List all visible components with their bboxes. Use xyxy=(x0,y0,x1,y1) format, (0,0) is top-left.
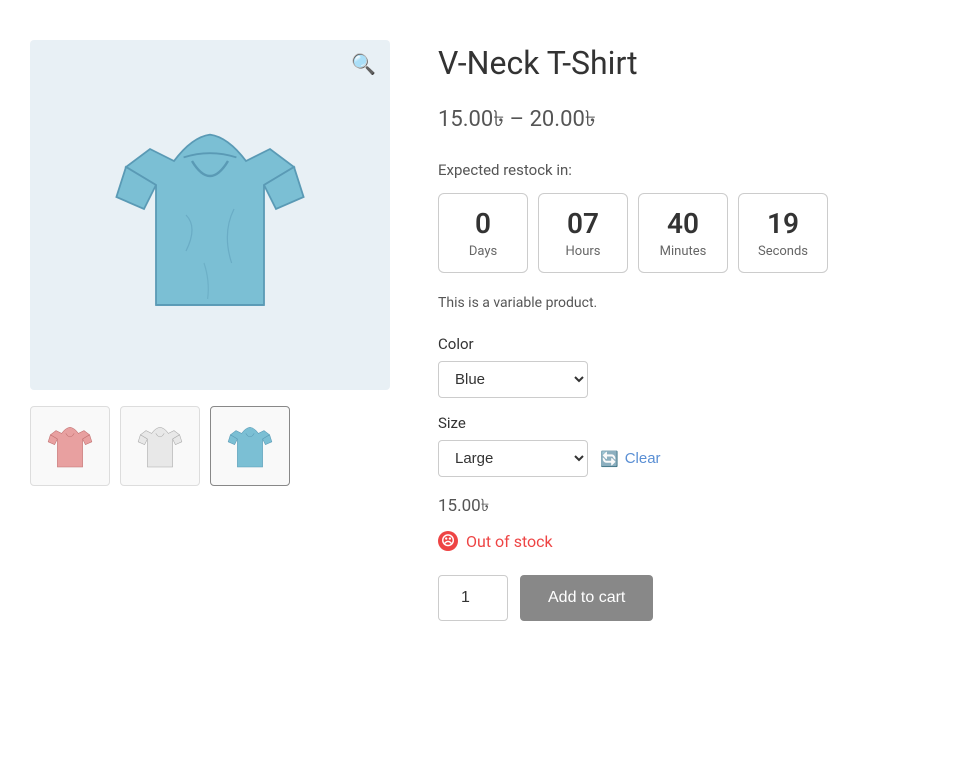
color-select[interactable]: Blue Red White xyxy=(438,361,588,398)
countdown-hours: 07 Hours xyxy=(538,193,628,273)
hours-label: Hours xyxy=(566,244,601,259)
size-row: Small Medium Large XL 🔄 Clear xyxy=(438,440,930,477)
countdown-minutes: 40 Minutes xyxy=(638,193,728,273)
seconds-value: 19 xyxy=(767,207,799,241)
days-value: 0 xyxy=(475,207,491,241)
price-range: 15.00৳ – 20.00৳ xyxy=(438,102,930,139)
hours-value: 07 xyxy=(567,207,599,241)
size-select[interactable]: Small Medium Large XL xyxy=(438,440,588,477)
thumb3-icon xyxy=(222,418,278,474)
minutes-value: 40 xyxy=(667,207,699,241)
selected-price: 15.00৳ xyxy=(438,493,930,521)
clear-icon: 🔄 xyxy=(600,450,619,468)
size-label: Size xyxy=(438,414,930,432)
product-info: V-Neck T-Shirt 15.00৳ – 20.00৳ Expected … xyxy=(438,40,930,621)
restock-label: Expected restock in: xyxy=(438,161,930,179)
seconds-label: Seconds xyxy=(758,244,808,259)
product-container: 🔍 xyxy=(30,40,930,621)
out-of-stock-label: Out of stock xyxy=(466,532,553,551)
thumbnail-3[interactable] xyxy=(210,406,290,486)
clear-label: Clear xyxy=(625,450,661,467)
thumbnail-2[interactable] xyxy=(120,406,200,486)
thumb1-icon xyxy=(42,418,98,474)
thumbnail-row xyxy=(30,406,390,486)
thumbnail-1[interactable] xyxy=(30,406,110,486)
color-field-group: Color Blue Red White xyxy=(438,335,930,398)
color-label: Color xyxy=(438,335,930,353)
product-images: 🔍 xyxy=(30,40,390,621)
quantity-input[interactable] xyxy=(438,575,508,621)
size-field-group: Size Small Medium Large XL 🔄 Clear xyxy=(438,414,930,477)
zoom-icon[interactable]: 🔍 xyxy=(351,52,376,76)
out-of-stock: ☹ Out of stock xyxy=(438,531,930,551)
days-label: Days xyxy=(469,244,497,259)
out-of-stock-icon: ☹ xyxy=(438,531,458,551)
thumb2-icon xyxy=(132,418,188,474)
product-illustration xyxy=(90,95,330,335)
minutes-label: Minutes xyxy=(660,244,707,259)
variable-note: This is a variable product. xyxy=(438,295,930,311)
add-to-cart-button[interactable]: Add to cart xyxy=(520,575,653,621)
countdown-seconds: 19 Seconds xyxy=(738,193,828,273)
clear-button[interactable]: 🔄 Clear xyxy=(600,450,661,468)
product-title: V-Neck T-Shirt xyxy=(438,44,930,82)
countdown: 0 Days 07 Hours 40 Minutes 19 Seconds xyxy=(438,193,930,273)
main-image: 🔍 xyxy=(30,40,390,390)
countdown-days: 0 Days xyxy=(438,193,528,273)
add-to-cart-row: Add to cart xyxy=(438,575,930,621)
